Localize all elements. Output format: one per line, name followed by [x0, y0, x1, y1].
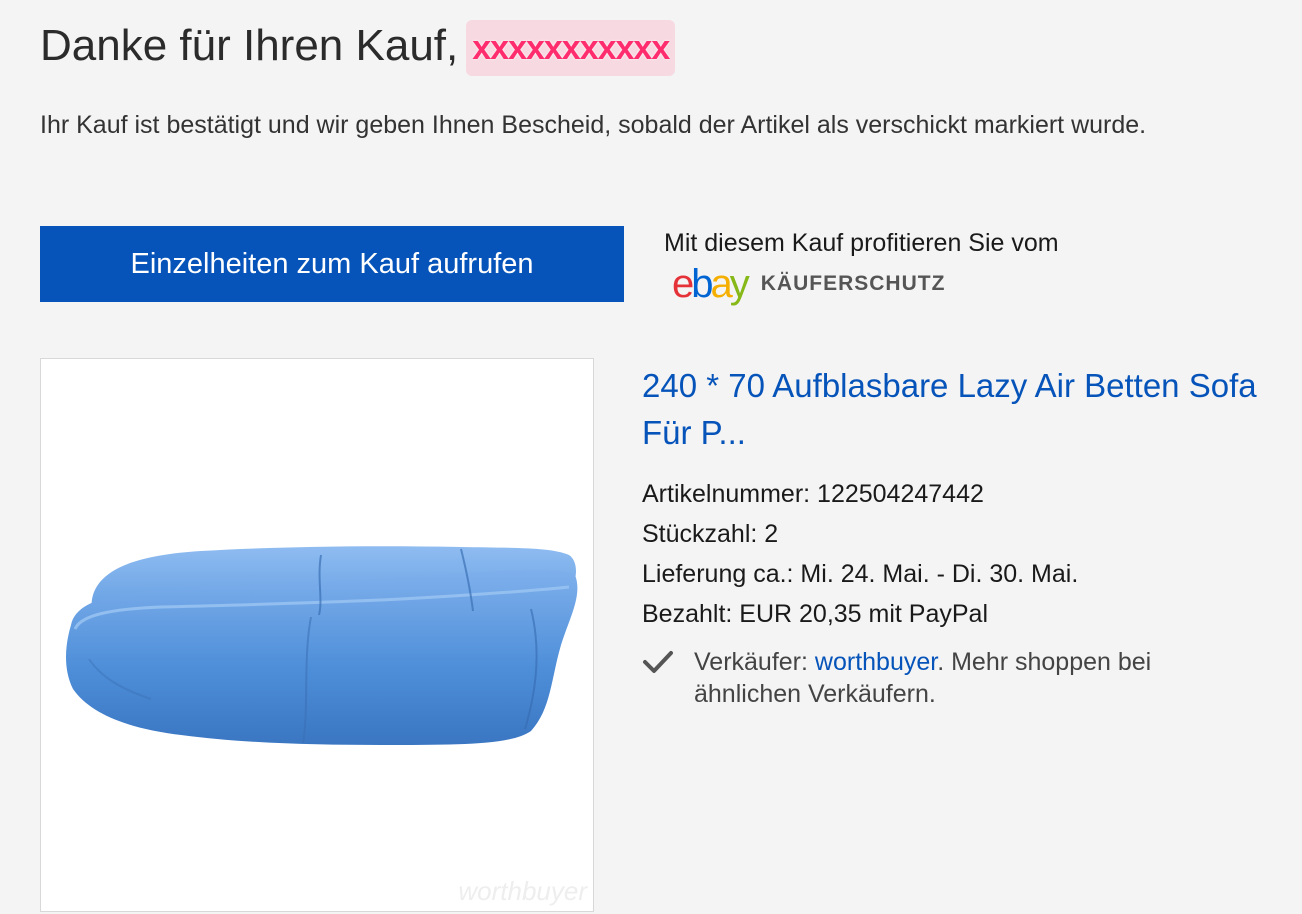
seller-prefix: Verkäufer:	[694, 648, 815, 676]
purchase-confirmation-page: Danke für Ihren Kauf, xxxxxxxxxxx Ihr Kau…	[0, 0, 1302, 914]
redacted-buyer-name: xxxxxxxxxxx	[466, 20, 676, 77]
confirmation-message: Ihr Kauf ist bestätigt und wir geben Ihn…	[40, 111, 1147, 139]
seller-info: Verkäufer: worthbuyer. Mehr shoppen bei …	[642, 646, 1262, 710]
buyer-protection-text: Mit diesem Kauf profitieren Sie vom	[664, 229, 1059, 257]
kaeuferschutz-label: KÄUFERSCHUTZ	[760, 272, 946, 295]
product-image[interactable]: worthbuyer	[40, 358, 594, 912]
inflatable-air-sofa-image	[66, 546, 578, 745]
page-title: Danke für Ihren Kauf, xxxxxxxxxxx	[40, 18, 676, 77]
item-number: Artikelnummer: 122504247442	[642, 480, 984, 508]
quantity: Stückzahl: 2	[642, 520, 779, 548]
product-details: Artikelnummer: 122504247442 Stückzahl: 2…	[642, 474, 1078, 634]
seller-name-link[interactable]: worthbuyer	[815, 648, 937, 676]
ebay-kaeuferschutz-logo: ebay KÄUFERSCHUTZ	[672, 264, 945, 304]
buyer-protection: Mit diesem Kauf profitieren Sie vom ebay…	[664, 226, 1059, 304]
payment-info: Bezahlt: EUR 20,35 mit PayPal	[642, 600, 988, 628]
image-watermark: worthbuyer	[458, 876, 587, 906]
ebay-logo-wordmark: ebay	[672, 262, 750, 306]
checkmark-icon	[643, 651, 673, 673]
delivery-estimate: Lieferung ca.: Mi. 24. Mai. - Di. 30. Ma…	[642, 560, 1079, 588]
view-purchase-details-button[interactable]: Einzelheiten zum Kauf aufrufen	[40, 226, 624, 302]
product-title-link[interactable]: 240 * 70 Aufblasbare Lazy Air Betten Sof…	[642, 362, 1282, 456]
seller-text: Verkäufer: worthbuyer. Mehr shoppen bei …	[694, 646, 1262, 710]
page-title-text: Danke für Ihren Kauf,	[40, 21, 459, 70]
